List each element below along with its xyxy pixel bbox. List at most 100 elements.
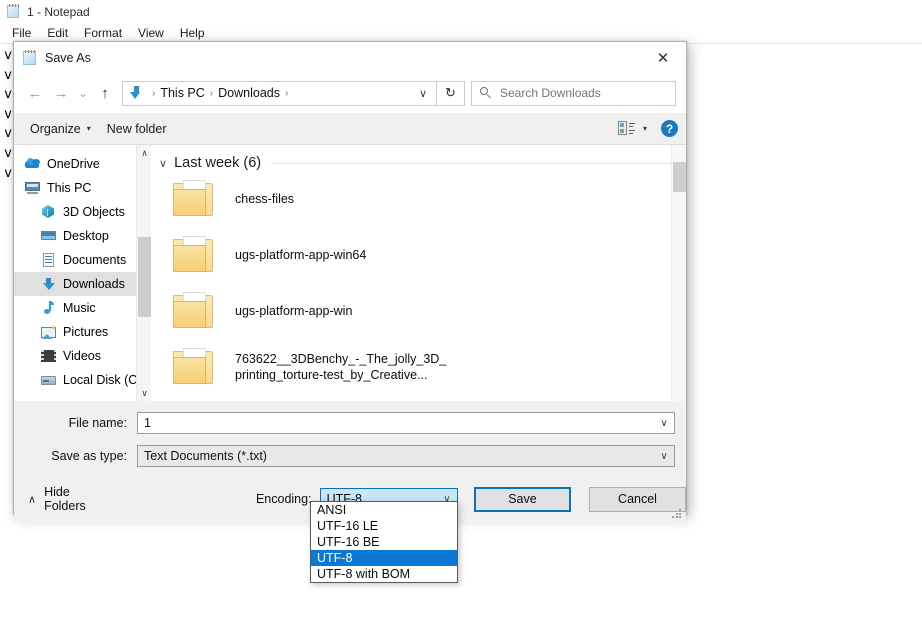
save-button[interactable]: Save: [474, 487, 571, 512]
organize-button[interactable]: Organize ▾: [22, 118, 99, 140]
sidebar-item-3d-objects[interactable]: 3D Objects: [14, 200, 151, 224]
breadcrumb[interactable]: › This PC › Downloads › ∨: [122, 81, 437, 106]
dropdown-option-ansi[interactable]: ANSI: [311, 502, 457, 518]
list-item[interactable]: ugs-platform-app-win: [151, 283, 686, 339]
breadcrumb-item-downloads[interactable]: Downloads: [218, 86, 280, 100]
savetype-select[interactable]: Text Documents (*.txt) ∨: [137, 445, 675, 467]
chevron-down-icon[interactable]: ▾: [643, 124, 647, 133]
file-group-header[interactable]: ∨ Last week (6): [151, 145, 686, 171]
breadcrumb-item-this-pc[interactable]: This PC: [160, 86, 204, 100]
list-item[interactable]: ugs-platform-app-win64: [151, 227, 686, 283]
sidebar-item-local-disk[interactable]: Local Disk (C:): [14, 368, 151, 392]
search-icon: [480, 87, 493, 100]
dropdown-option-utf8[interactable]: UTF-8: [311, 550, 457, 566]
breadcrumb-separator: ›: [147, 88, 160, 99]
file-list-scrollbar[interactable]: [671, 145, 686, 401]
cancel-button[interactable]: Cancel: [589, 487, 686, 512]
tree-scrollbar[interactable]: ∧ ∨: [136, 145, 151, 401]
onedrive-icon: [24, 156, 41, 172]
folder-icon: [173, 180, 217, 218]
sidebar-item-label: This PC: [47, 181, 91, 195]
sidebar-item-music[interactable]: Music: [14, 296, 151, 320]
new-folder-button[interactable]: New folder: [99, 118, 175, 140]
search-placeholder: Search Downloads: [500, 86, 601, 100]
folder-icon: [173, 348, 217, 386]
up-button[interactable]: ↑: [92, 80, 118, 106]
sidebar-item-onedrive[interactable]: OneDrive: [14, 152, 151, 176]
view-layout-icon[interactable]: [618, 121, 635, 136]
downloads-arrow-icon: [128, 85, 144, 101]
sidebar-item-label: Pictures: [63, 325, 108, 339]
sidebar-item-label: Downloads: [63, 277, 125, 291]
filename-input[interactable]: 1 ∨: [137, 412, 675, 434]
scrollbar-thumb[interactable]: [138, 237, 151, 317]
file-name: chess-files: [235, 191, 294, 207]
filename-label: File name:: [14, 416, 137, 430]
savetype-value: Text Documents (*.txt): [144, 449, 267, 463]
menu-help[interactable]: Help: [172, 25, 213, 41]
dialog-titlebar: Save As ✕: [14, 42, 686, 73]
encoding-dropdown-list[interactable]: ANSI UTF-16 LE UTF-16 BE UTF-8 UTF-8 wit…: [310, 501, 458, 583]
sidebar-item-documents[interactable]: Documents: [14, 248, 151, 272]
chevron-down-icon[interactable]: ∨: [412, 82, 434, 105]
notepad-icon: [6, 4, 21, 19]
chevron-down-icon[interactable]: ∨: [654, 418, 674, 429]
sidebar-item-desktop[interactable]: Desktop: [14, 224, 151, 248]
file-list: ∨ Last week (6) chess-files ugs-platform…: [151, 145, 686, 401]
file-name: ugs-platform-app-win64: [235, 247, 366, 263]
savetype-label: Save as type:: [14, 449, 137, 463]
chevron-down-icon[interactable]: ∨: [654, 451, 674, 462]
documents-icon: [40, 252, 57, 268]
chevron-down-icon[interactable]: ∨: [159, 157, 167, 170]
refresh-button[interactable]: ↻: [437, 81, 465, 106]
sidebar-item-label: Documents: [63, 253, 126, 267]
search-input[interactable]: Search Downloads: [471, 81, 676, 106]
scroll-down-icon[interactable]: ∨: [137, 385, 151, 401]
sidebar-item-label: OneDrive: [47, 157, 100, 171]
filename-value: 1: [144, 416, 151, 430]
menu-edit[interactable]: Edit: [39, 25, 76, 41]
screen: 1 - Notepad File Edit Format View Help v…: [0, 0, 922, 632]
sidebar-item-pictures[interactable]: Pictures: [14, 320, 151, 344]
notepad-icon: [22, 50, 38, 66]
desktop-icon: [40, 228, 57, 244]
sidebar-item-videos[interactable]: Videos: [14, 344, 151, 368]
file-name: ugs-platform-app-win: [235, 303, 352, 319]
list-item[interactable]: 763622__3DBenchy_-_The_jolly_3D_ printin…: [151, 339, 686, 395]
scrollbar-thumb[interactable]: [673, 162, 686, 192]
menu-view[interactable]: View: [130, 25, 172, 41]
help-icon[interactable]: ?: [661, 120, 678, 137]
notepad-title: 1 - Notepad: [27, 5, 90, 19]
navigation-tree: OneDrive This PC 3D Objects Desktop: [14, 145, 151, 401]
dropdown-option-utf8-bom[interactable]: UTF-8 with BOM: [311, 566, 457, 582]
breadcrumb-separator: ›: [280, 88, 293, 99]
file-group-label: Last week (6): [174, 155, 261, 171]
command-bar: Organize ▾ New folder ▾ ?: [14, 113, 686, 145]
dropdown-option-utf16be[interactable]: UTF-16 BE: [311, 534, 457, 550]
folder-icon: [173, 292, 217, 330]
sidebar-item-downloads[interactable]: Downloads: [14, 272, 151, 296]
divider: [271, 163, 674, 164]
list-item[interactable]: chess-files: [151, 171, 686, 227]
back-button[interactable]: ←: [22, 80, 48, 106]
scroll-up-icon[interactable]: ∧: [137, 145, 151, 161]
sidebar-item-this-pc[interactable]: This PC: [14, 176, 151, 200]
resize-grip[interactable]: [672, 509, 682, 519]
organize-label: Organize: [30, 122, 81, 136]
forward-button[interactable]: →: [48, 80, 74, 106]
notepad-menubar: File Edit Format View Help: [0, 23, 922, 43]
hide-folders-button[interactable]: ∧ Hide Folders: [28, 485, 109, 513]
dialog-title: Save As: [45, 51, 91, 65]
close-icon[interactable]: ✕: [640, 42, 686, 73]
menu-format[interactable]: Format: [76, 25, 130, 41]
recent-locations-button[interactable]: ⌄: [74, 80, 92, 106]
sidebar-item-label: Music: [63, 301, 96, 315]
sidebar-item-label: Local Disk (C:): [63, 373, 145, 387]
folder-icon: [173, 236, 217, 274]
filename-row: File name: 1 ∨: [14, 410, 686, 436]
local-disk-icon: [40, 372, 57, 388]
dropdown-option-utf16le[interactable]: UTF-16 LE: [311, 518, 457, 534]
savetype-row: Save as type: Text Documents (*.txt) ∨: [14, 443, 686, 469]
menu-file[interactable]: File: [4, 25, 39, 41]
3d-objects-icon: [40, 204, 57, 220]
